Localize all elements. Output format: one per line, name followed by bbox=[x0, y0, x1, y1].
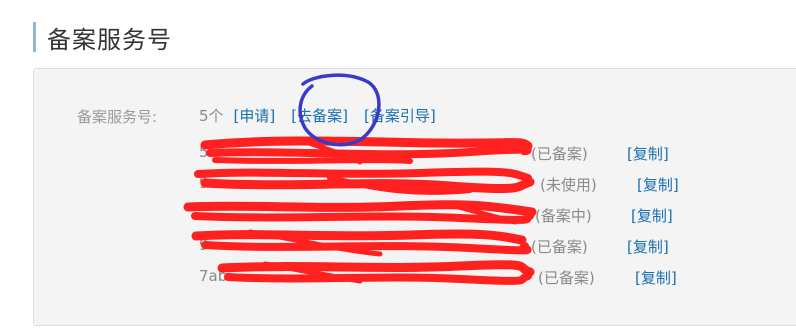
apply-link[interactable]: [申请] bbox=[234, 105, 276, 126]
service-number-item: 5 (已备案) [复制] bbox=[199, 143, 719, 164]
service-number-code: 7ab bbox=[199, 267, 228, 285]
service-number-status: (未使用) bbox=[540, 176, 597, 194]
page-title: 备案服务号 bbox=[47, 25, 172, 54]
copy-button[interactable]: [复制] bbox=[627, 143, 669, 164]
service-number-code: 9 bbox=[199, 236, 209, 254]
filing-count-row: 5个 [申请] [去备案] [备案引导] bbox=[199, 105, 452, 126]
filing-guide-link[interactable]: [备案引导] bbox=[364, 105, 436, 126]
copy-button[interactable]: [复制] bbox=[631, 205, 673, 226]
filing-count: 5个 bbox=[199, 107, 224, 125]
service-number-code: 9 bbox=[199, 174, 209, 192]
copy-button[interactable]: [复制] bbox=[627, 236, 669, 257]
filing-field-label: 备案服务号: bbox=[77, 108, 158, 126]
copy-button[interactable]: [复制] bbox=[637, 174, 679, 195]
service-number-item: 9 (已备案) [复制] bbox=[199, 236, 719, 257]
service-number-status: (已备案) bbox=[538, 269, 595, 287]
go-file-link[interactable]: [去备案] bbox=[291, 105, 348, 126]
service-number-code: 5 bbox=[199, 143, 209, 161]
section-header: 备案服务号 bbox=[33, 22, 172, 54]
copy-button[interactable]: [复制] bbox=[635, 267, 677, 288]
service-number-item: 7ab (已备案) [复制] bbox=[199, 267, 729, 288]
service-number-status: (已备案) bbox=[531, 238, 588, 256]
service-number-item: 9 (未使用) [复制] bbox=[199, 174, 729, 195]
filing-panel: 备案服务号: 5个 [申请] [去备案] [备案引导] 5 (已备案) [复制]… bbox=[33, 68, 796, 326]
service-number-status: (已备案) bbox=[531, 145, 588, 163]
service-number-status: (备案中) bbox=[535, 207, 592, 225]
